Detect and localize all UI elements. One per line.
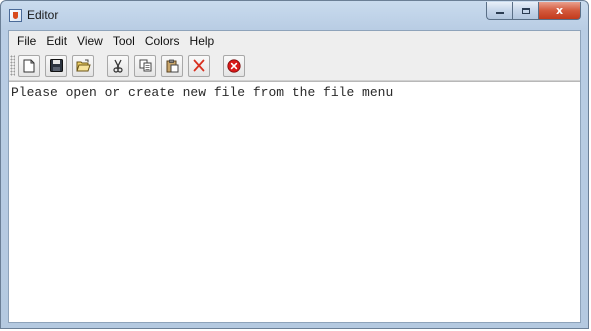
open-button[interactable] bbox=[72, 54, 94, 77]
toolbar-grip[interactable] bbox=[10, 55, 15, 76]
exit-icon bbox=[227, 58, 241, 73]
editor-window: Editor x File Edit View Tool Colors Help bbox=[0, 0, 589, 329]
cut-button[interactable] bbox=[107, 54, 129, 77]
copy-icon bbox=[139, 59, 151, 72]
maximize-icon bbox=[521, 7, 530, 14]
save-button[interactable] bbox=[45, 54, 67, 77]
menu-colors[interactable]: Colors bbox=[140, 31, 185, 51]
save-icon bbox=[49, 59, 63, 72]
java-cup-icon[interactable] bbox=[9, 9, 22, 22]
paste-button[interactable] bbox=[161, 54, 183, 77]
menu-bar: File Edit View Tool Colors Help bbox=[9, 31, 580, 51]
text-editor-area[interactable]: Please open or create new file from the … bbox=[9, 81, 580, 322]
client-area: File Edit View Tool Colors Help Please o… bbox=[8, 30, 581, 323]
close-icon: x bbox=[555, 4, 564, 17]
delete-icon bbox=[193, 59, 205, 72]
caption-buttons: x bbox=[486, 2, 581, 20]
maximize-button[interactable] bbox=[512, 2, 538, 20]
minimize-icon bbox=[495, 12, 504, 14]
cut-icon bbox=[113, 59, 123, 73]
menu-view[interactable]: View bbox=[72, 31, 108, 51]
copy-button[interactable] bbox=[134, 54, 156, 77]
open-folder-icon bbox=[75, 59, 91, 72]
menu-file[interactable]: File bbox=[12, 31, 41, 51]
window-title: Editor bbox=[27, 8, 59, 22]
toolbar bbox=[9, 51, 580, 81]
menu-help[interactable]: Help bbox=[185, 31, 220, 51]
new-file-button[interactable] bbox=[18, 54, 40, 77]
menu-tool[interactable]: Tool bbox=[108, 31, 140, 51]
paste-icon bbox=[166, 59, 178, 72]
close-button[interactable]: x bbox=[538, 2, 581, 20]
delete-button[interactable] bbox=[188, 54, 210, 77]
new-file-icon bbox=[23, 59, 35, 72]
menu-edit[interactable]: Edit bbox=[41, 31, 72, 51]
exit-button[interactable] bbox=[223, 54, 245, 77]
editor-placeholder-text: Please open or create new file from the … bbox=[11, 85, 394, 100]
minimize-button[interactable] bbox=[486, 2, 512, 20]
title-bar[interactable]: Editor x bbox=[1, 1, 588, 30]
